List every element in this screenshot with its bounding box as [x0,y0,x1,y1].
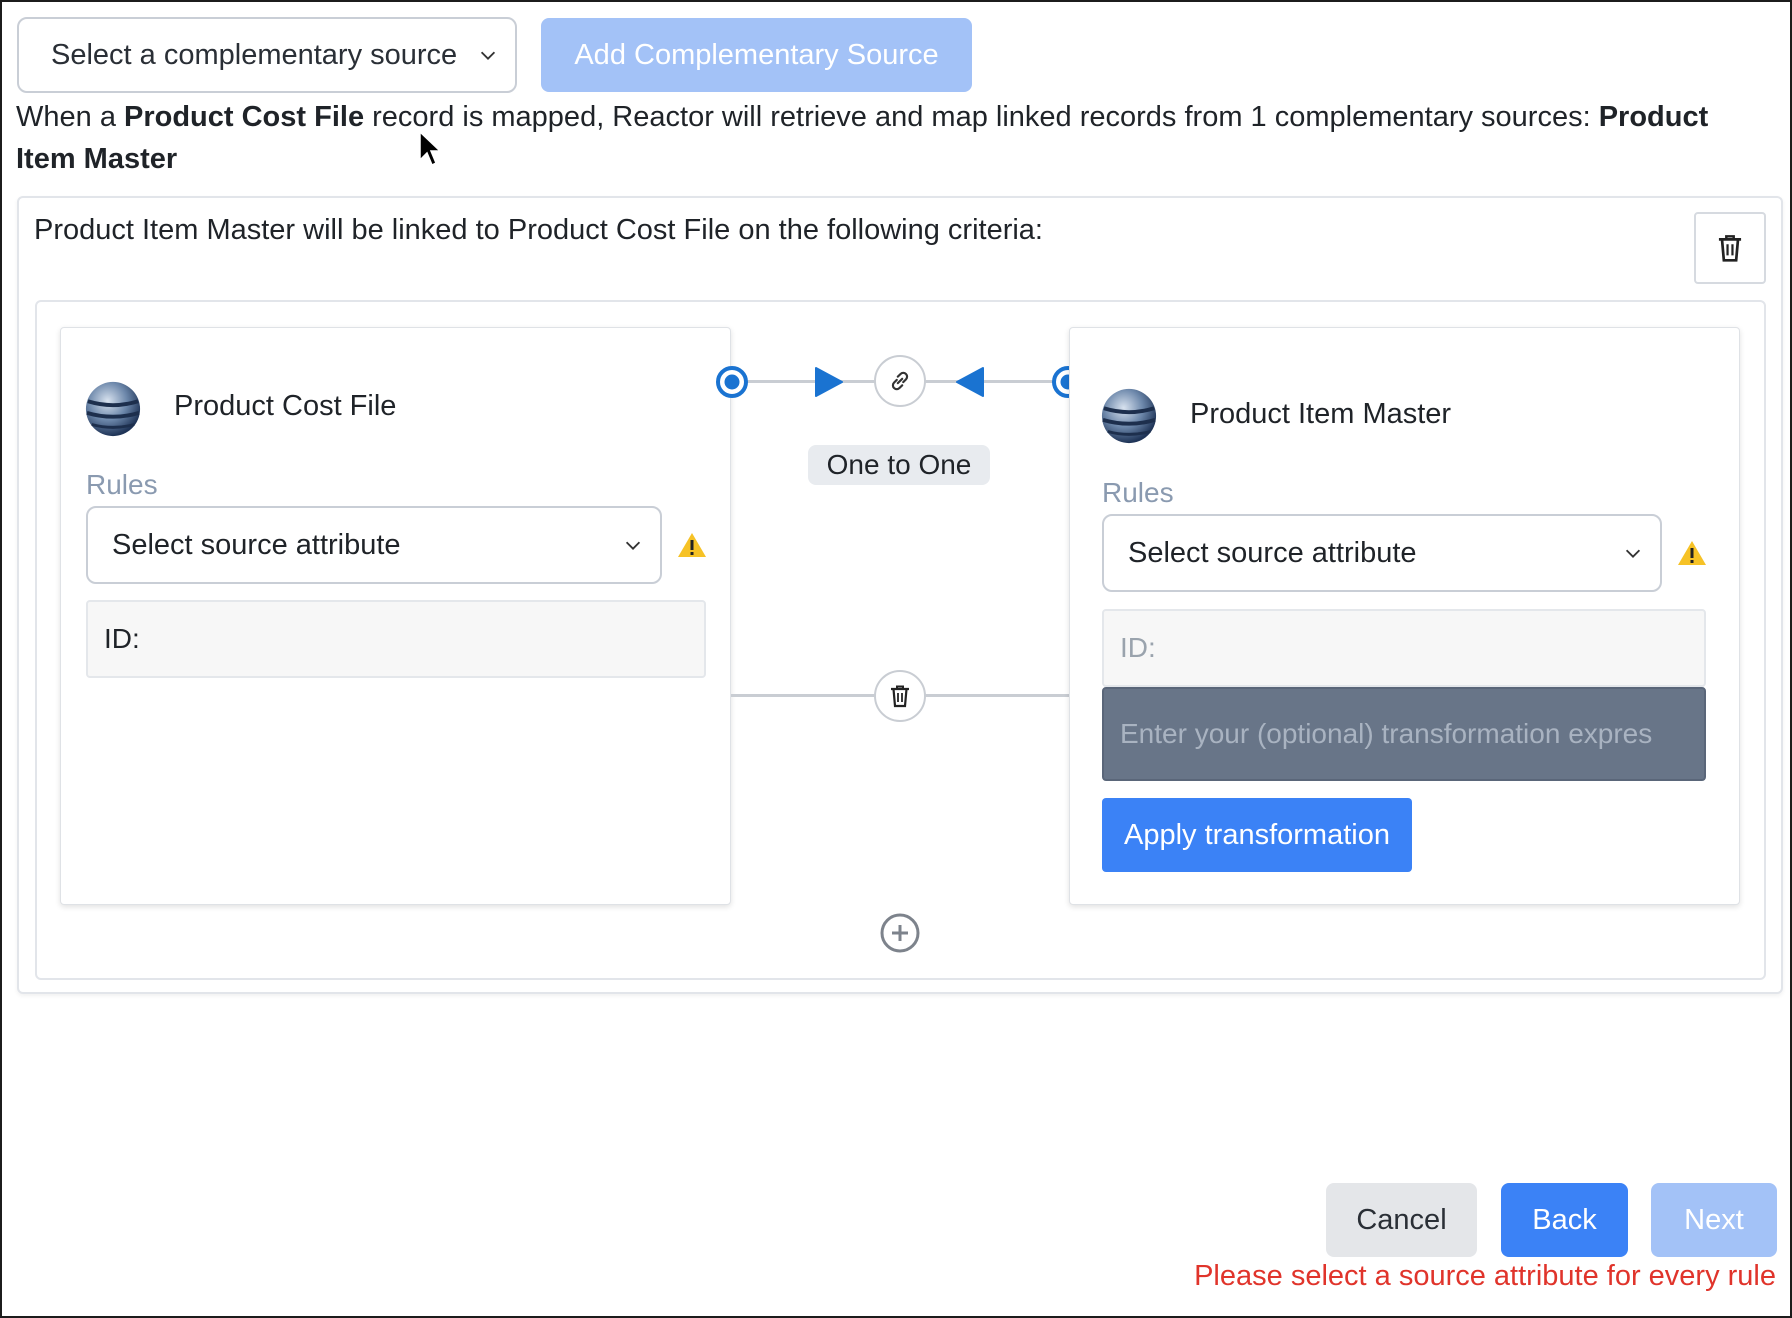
chevron-down-icon [625,541,641,550]
validation-error-message: Please select a source attribute for eve… [1194,1260,1776,1292]
transformation-placeholder: Enter your (optional) transformation exp… [1120,718,1653,749]
back-label: Back [1532,1203,1597,1236]
left-rules-label: Rules [86,469,158,500]
chevron-down-icon [1625,549,1641,558]
link-icon [891,371,909,391]
right-panel-title: Product Item Master [1190,398,1452,430]
database-icon [1101,388,1157,444]
right-id-placeholder: ID: [1120,632,1156,663]
mapping-summary: When a Product Cost File record is mappe… [16,96,1756,180]
connector-line-top-left [731,380,875,383]
delete-rule-button[interactable] [874,670,926,722]
connector-line-top-right [925,380,1069,383]
arrow-left-icon [956,367,984,397]
right-source-attribute-value: Select source attribute [1128,536,1417,569]
summary-source-name: Product Cost File [124,101,365,133]
back-button[interactable]: Back [1501,1183,1628,1257]
warning-icon [1678,541,1706,565]
complementary-source-select[interactable]: Select a complementary source [17,17,517,93]
relationship-badge: One to One [808,445,990,485]
add-complementary-source-label: Add Complementary Source [574,38,939,71]
apply-transformation-label: Apply transformation [1124,818,1390,851]
chevron-down-icon [480,51,496,60]
next-label: Next [1684,1203,1744,1236]
delete-link-button[interactable] [1694,212,1766,284]
cancel-label: Cancel [1356,1203,1447,1236]
plus-circle-icon [880,913,920,953]
left-anchor-icon [716,366,748,398]
rule-connector-line-right [925,694,1069,697]
right-source-attribute-select[interactable]: Select source attribute [1102,514,1662,592]
apply-transformation-button[interactable]: Apply transformation [1102,798,1412,872]
transformation-expression-input[interactable]: Enter your (optional) transformation exp… [1102,687,1706,781]
summary-text-2: record is mapped, Reactor will retrieve … [364,101,1599,133]
link-type-button[interactable] [874,355,926,407]
criteria-text: Product Item Master will be linked to Pr… [34,214,1043,246]
add-complementary-source-button[interactable]: Add Complementary Source [541,18,972,92]
left-id-field[interactable]: ID: [86,600,706,678]
mouse-cursor-icon [419,130,442,167]
right-id-field[interactable]: ID: [1102,609,1706,687]
trash-icon [891,685,909,708]
summary-text-1: When a [16,101,124,133]
warning-icon [678,533,706,557]
database-icon [85,381,141,437]
next-button[interactable]: Next [1651,1183,1777,1257]
left-id-label: ID: [104,623,140,654]
left-panel-title: Product Cost File [174,390,397,422]
cancel-button[interactable]: Cancel [1326,1183,1477,1257]
left-source-attribute-value: Select source attribute [112,528,401,561]
rule-connector-line-left [731,694,875,697]
left-source-attribute-select[interactable]: Select source attribute [86,506,662,584]
arrow-right-icon [815,367,843,397]
right-rules-label: Rules [1102,477,1174,508]
add-rule-button[interactable] [877,910,923,956]
complementary-source-select-value: Select a complementary source [51,38,458,71]
trash-icon [1718,235,1742,262]
